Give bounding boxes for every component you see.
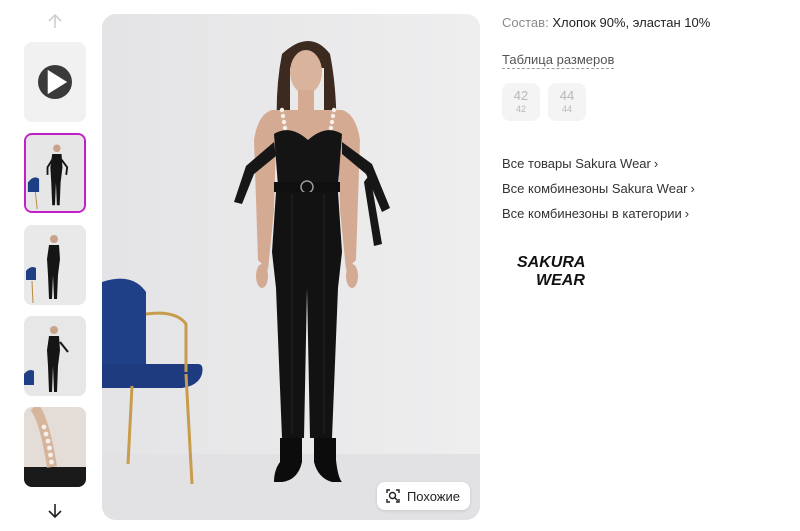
size-sublabel: 44 xyxy=(561,104,572,114)
chevron-right-icon: › xyxy=(690,181,695,196)
all-category-jumpsuits-link[interactable]: Все комбинезоны в категории › xyxy=(502,201,792,226)
scroll-up-arrow-icon[interactable] xyxy=(24,6,86,36)
size-label: 44 xyxy=(559,88,575,103)
link-label: Все товары Sakura Wear xyxy=(502,156,651,171)
size-label: 42 xyxy=(513,88,529,103)
size-option-44[interactable]: 44 44 xyxy=(548,83,586,121)
main-product-photo[interactable]: Похожие xyxy=(102,14,480,520)
all-brand-jumpsuits-link[interactable]: Все комбинезоны Sakura Wear › xyxy=(502,176,792,201)
similar-button[interactable]: Похожие xyxy=(376,482,470,510)
chevron-right-icon: › xyxy=(653,156,659,171)
thumbnail-photo-3[interactable] xyxy=(24,316,86,396)
link-label: Все комбинезоны в категории xyxy=(502,206,682,221)
composition-value: Хлопок 90%, эластан 10% xyxy=(552,15,711,30)
thumbnail-video[interactable] xyxy=(24,42,86,122)
thumbnail-photo-4[interactable] xyxy=(24,407,86,487)
all-brand-products-link[interactable]: Все товары Sakura Wear › xyxy=(502,151,792,176)
link-label: Все комбинезоны Sakura Wear xyxy=(502,181,688,196)
size-option-42[interactable]: 42 42 xyxy=(502,83,540,121)
chevron-right-icon: › xyxy=(684,206,690,221)
composition-label: Состав: xyxy=(502,15,549,30)
thumbnail-photo-2[interactable] xyxy=(24,225,86,305)
svg-text:SAKURA: SAKURA xyxy=(517,254,585,271)
brand-logo[interactable]: SAKURA WEAR xyxy=(516,252,596,288)
thumbnail-strip xyxy=(24,0,86,531)
size-table-link[interactable]: Таблица размеров xyxy=(502,52,615,69)
size-sublabel: 42 xyxy=(515,104,526,114)
visual-search-icon xyxy=(385,488,401,504)
svg-text:WEAR: WEAR xyxy=(536,272,585,288)
product-info-panel: Состав: Хлопок 90%, эластан 10% Таблица … xyxy=(502,14,792,288)
thumbnail-photo-1[interactable] xyxy=(24,133,86,213)
scroll-down-arrow-icon[interactable] xyxy=(24,496,86,526)
similar-label: Похожие xyxy=(406,488,460,504)
play-icon xyxy=(38,65,72,99)
related-links: Все товары Sakura Wear › Все комбинезоны … xyxy=(502,151,792,226)
composition: Состав: Хлопок 90%, эластан 10% xyxy=(502,14,792,32)
size-selector: 42 42 44 44 xyxy=(502,83,792,121)
